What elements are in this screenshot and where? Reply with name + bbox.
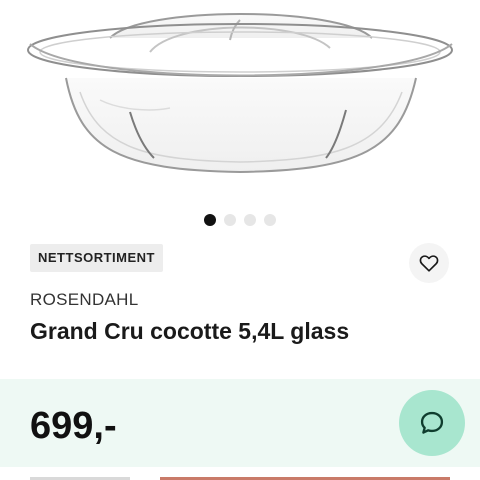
- heart-icon: [419, 255, 439, 272]
- chat-bubble-icon: [420, 411, 444, 434]
- carousel-dot-2[interactable]: [224, 214, 236, 226]
- product-brand[interactable]: ROSENDAHL: [30, 290, 139, 310]
- product-price: 699,-: [30, 405, 117, 447]
- carousel-dot-1[interactable]: [204, 214, 216, 226]
- favorite-button[interactable]: [409, 243, 449, 283]
- carousel-dot-4[interactable]: [264, 214, 276, 226]
- carousel-indicator: [0, 214, 480, 226]
- carousel-dot-3[interactable]: [244, 214, 256, 226]
- product-image[interactable]: [0, 0, 480, 200]
- product-title: Grand Cru cocotte 5,4L glass: [30, 318, 350, 344]
- assortment-badge: NETTSORTIMENT: [30, 244, 163, 272]
- chat-button[interactable]: [399, 390, 465, 456]
